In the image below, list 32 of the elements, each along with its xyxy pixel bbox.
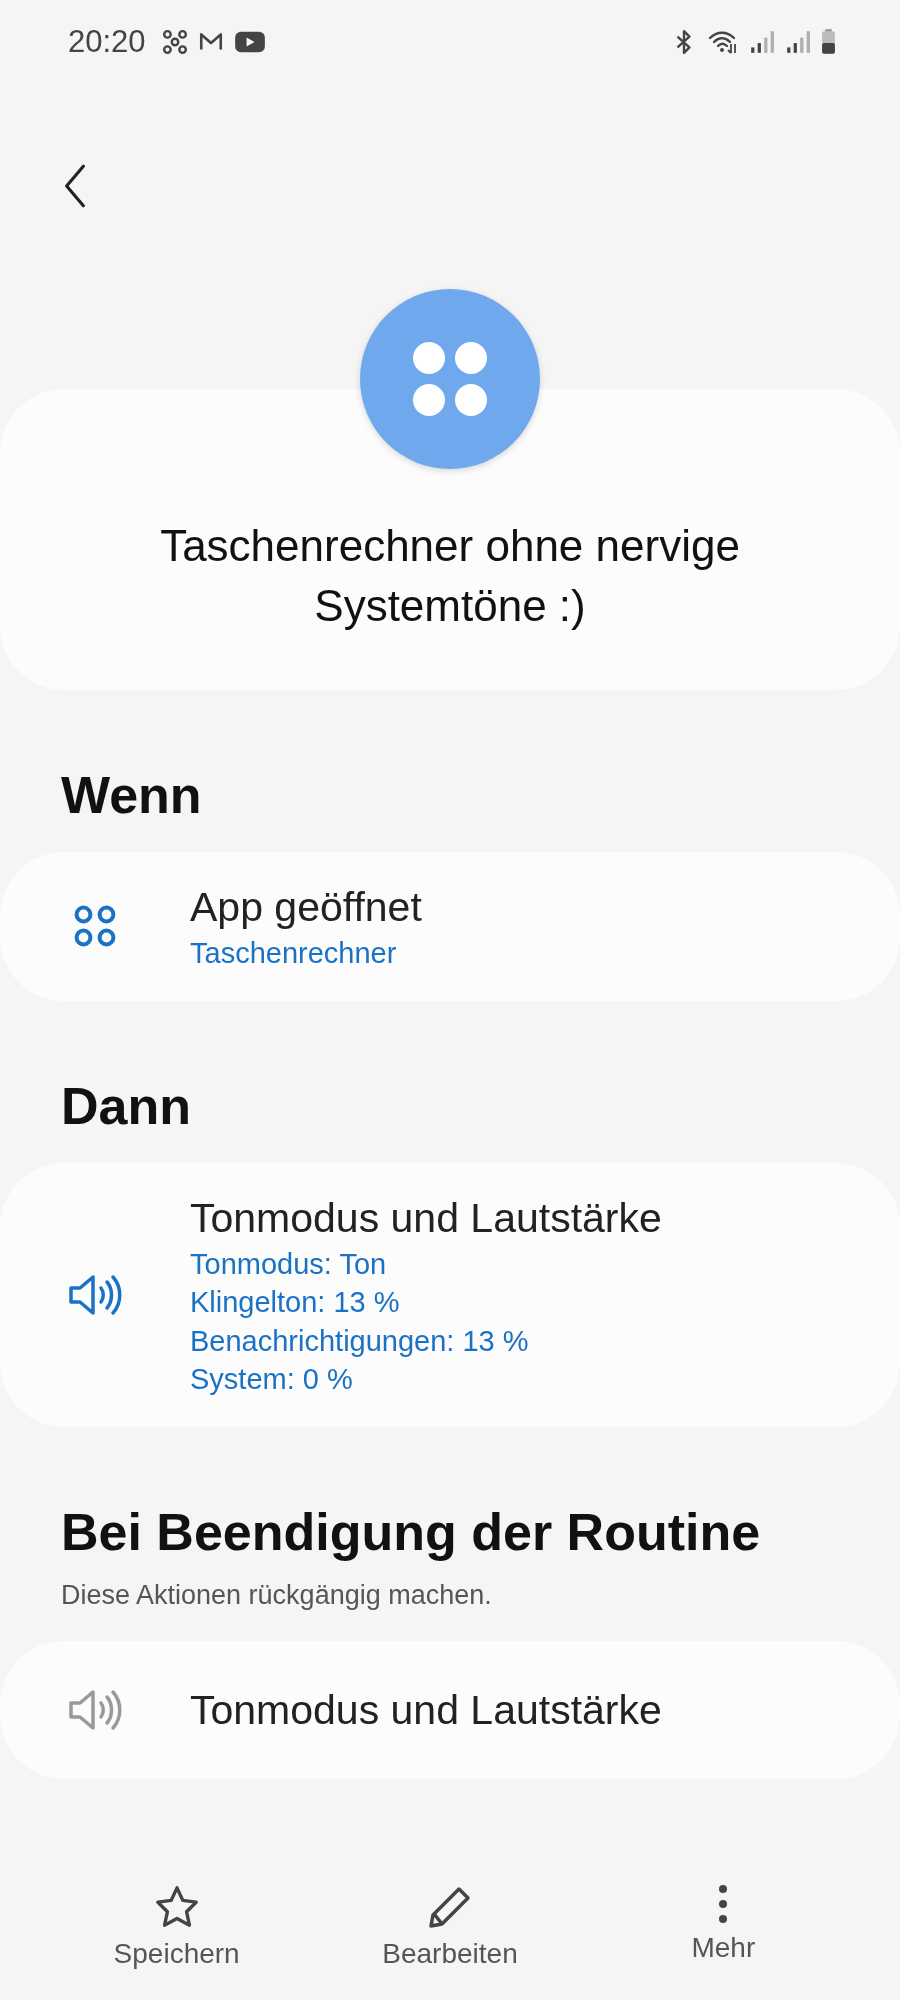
star-icon	[153, 1884, 200, 1930]
section-heading: Bei Beendigung der Routine	[61, 1501, 762, 1563]
video-icon	[233, 30, 266, 54]
action-card[interactable]: Tonmodus und Lautstärke Tonmodus: Ton Klingelton: 13 % Benachrichtigungen: 13 % System: 0 %	[0, 1162, 900, 1427]
battery-icon	[821, 29, 836, 55]
toolbar-button[interactable]: Bearbeiten	[340, 1884, 560, 1970]
action-detail: Benachrichtigungen: 13 %	[190, 1323, 530, 1359]
action-card[interactable]: App geöffnet Taschenrechner	[0, 852, 900, 1001]
back-icon[interactable]	[62, 163, 88, 209]
action-title: App geöffnet	[190, 883, 422, 932]
more-icon	[718, 1884, 729, 1924]
section-heading: Wenn	[61, 765, 203, 826]
toolbar-button[interactable]: Speichern	[66, 1884, 287, 1970]
status-time: 20:20	[68, 24, 146, 60]
wifi-icon	[707, 30, 739, 54]
action-card[interactable]: Tonmodus und Lautstärke	[0, 1640, 900, 1779]
action-detail: Taschenrechner	[190, 936, 398, 971]
toolbar-button[interactable]: Mehr	[613, 1884, 834, 1970]
action-title: Tonmodus und Lautstärke	[190, 1685, 662, 1735]
signal-icon	[749, 29, 775, 55]
routine-title: Taschenrechner ohne nervige Systemtöne :)	[159, 520, 741, 632]
action-detail: Klingelton: 13 %	[190, 1285, 401, 1320]
action-detail: System: 0 %	[190, 1362, 354, 1397]
action-detail: Tonmodus: Ton	[190, 1246, 388, 1282]
fan-icon	[161, 29, 188, 55]
action-title: Tonmodus und Lautstärke	[190, 1193, 662, 1243]
speaker-icon	[67, 1272, 123, 1317]
section-heading: Dann	[61, 1075, 192, 1137]
pencil-icon	[427, 1884, 473, 1930]
signal-icon	[785, 29, 811, 55]
section-subtitle: Diese Aktionen rückgängig machen.	[61, 1578, 493, 1612]
speaker-icon	[67, 1687, 123, 1732]
